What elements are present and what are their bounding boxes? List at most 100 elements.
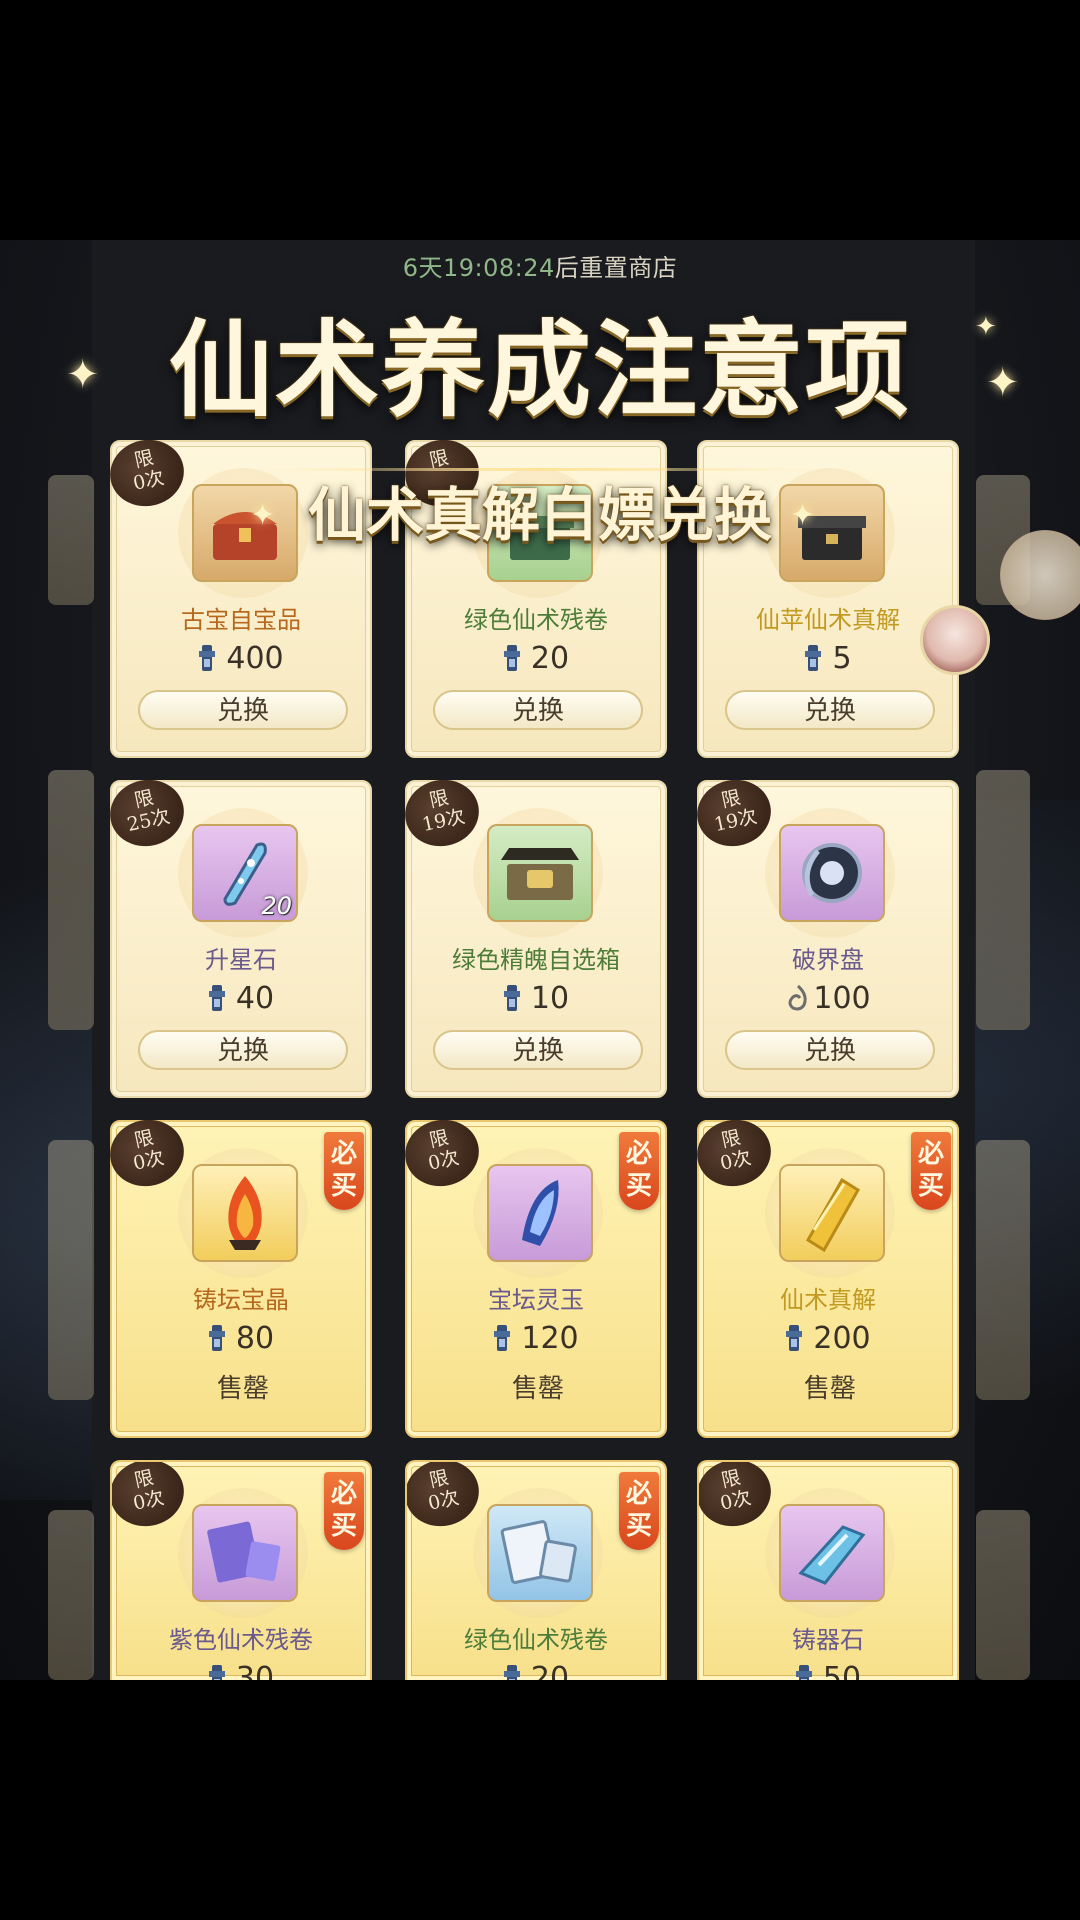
sparkle-icon: ✦ (66, 352, 100, 398)
side-card-ghost (976, 770, 1030, 1030)
purple-scroll-icon[interactable] (192, 1504, 298, 1602)
price-value: 80 (235, 1320, 275, 1356)
price-value: 100 (813, 980, 871, 1016)
character-avatar[interactable] (920, 605, 990, 675)
item-price: 30 (112, 1658, 370, 1680)
exchange-button[interactable]: 兑换 (138, 1030, 348, 1070)
item-name: 升星石 (205, 946, 277, 974)
price-value: 120 (521, 1320, 579, 1356)
item-price: 10 (407, 978, 665, 1018)
shop-item-card[interactable]: 限 19次 破界盘 100 兑换 (690, 773, 959, 1098)
shop-item-card[interactable]: 限 19次绿色精魄自选箱 10 兑换 (398, 773, 667, 1098)
must-buy-ribbon: 必买 (619, 1472, 659, 1550)
shop-item-card[interactable]: 限 0次 必买宝坛灵玉 120 售罄 (398, 1113, 667, 1438)
sparkle-icon: ✦ (975, 312, 997, 342)
blue-token-icon (208, 983, 226, 1013)
shop-item-card[interactable]: 限 0次 必买绿色仙术残卷 20 (405, 1460, 667, 1680)
item-price: 5 (699, 638, 957, 678)
purchase-limit-badge: 限 0次 (699, 1462, 778, 1533)
shop-item-card[interactable]: 20 限 25次升星石 40 兑换 (103, 773, 372, 1098)
sparkle-icon: ✦ (986, 360, 1020, 406)
side-card-ghost (976, 1140, 1030, 1400)
item-price: 20 (407, 638, 665, 678)
reset-label: 后重置商店 (554, 254, 678, 282)
blue-token-icon (795, 1663, 813, 1680)
price-value: 200 (813, 1320, 871, 1356)
item-name: 古宝自宝品 (181, 606, 301, 634)
shop-reset-timer: 6天19:08:24后重置商店 (0, 248, 1080, 283)
banner-title: 仙术养成注意项 (168, 308, 911, 431)
shop-item-card[interactable]: 限 0次铸器石 50 (697, 1460, 959, 1680)
shop-item-card[interactable]: 限 0次 必买 仙术真解 200 售罄 (690, 1113, 959, 1438)
blue-token-icon (785, 1323, 803, 1353)
purchase-limit-badge: 限 25次 (103, 773, 191, 853)
purchase-limit-badge: 限 0次 (690, 1113, 778, 1193)
sold-out-label: 售罄 (803, 1374, 856, 1404)
side-card-ghost (48, 1510, 94, 1680)
item-price: 200 (699, 1318, 957, 1358)
blue-token-icon (198, 643, 216, 673)
shop-item-card[interactable]: 限 0次 必买 紫色仙术残卷 30 (110, 1460, 372, 1680)
star-stone-icon[interactable]: 20 (192, 824, 298, 922)
blue-token-icon (493, 1323, 511, 1353)
exchange-button[interactable]: 兑换 (433, 1030, 643, 1070)
selection-chest-icon[interactable] (487, 824, 593, 922)
price-value: 50 (822, 1660, 862, 1681)
exchange-button[interactable]: 兑换 (725, 1030, 935, 1070)
blue-token-icon (804, 643, 822, 673)
exchange-button[interactable]: 兑换 (433, 690, 643, 730)
item-name: 仙苹仙术真解 (756, 606, 900, 634)
blue-token-icon (208, 1663, 226, 1680)
price-value: 400 (226, 640, 284, 676)
exchange-button[interactable]: 兑换 (138, 690, 348, 730)
must-buy-ribbon: 必买 (911, 1132, 951, 1210)
side-card-ghost (976, 1510, 1030, 1680)
price-value: 20 (530, 1660, 570, 1681)
banner-subtitle: 仙术真解白嫖兑换 (307, 481, 772, 549)
purchase-limit-badge: 限 19次 (398, 773, 486, 853)
reset-countdown: 6天19:08:24 (402, 254, 555, 282)
must-buy-ribbon: 必买 (619, 1132, 659, 1210)
ice-crystal-icon[interactable] (779, 1504, 885, 1602)
banner-divider (260, 468, 820, 471)
purchase-limit-badge: 限 0次 (103, 1113, 191, 1193)
blue-scroll-icon[interactable] (487, 1504, 593, 1602)
purchase-limit-badge: 限 0次 (112, 1462, 191, 1533)
blue-token-icon (503, 983, 521, 1013)
compass-disc-icon[interactable] (779, 824, 885, 922)
item-quantity: 20 (261, 892, 292, 920)
blue-token-icon (503, 643, 521, 673)
shop-item-card[interactable]: 限 0次 必买 铸坛宝晶 80 售罄 (103, 1113, 372, 1438)
item-name: 紫色仙术残卷 (169, 1626, 313, 1654)
purchase-limit-badge: 限 19次 (690, 773, 778, 853)
side-card-ghost (48, 770, 94, 1030)
item-name: 铸器石 (792, 1626, 864, 1654)
price-value: 10 (530, 980, 570, 1016)
item-price: 400 (112, 638, 370, 678)
swirl-token-icon (785, 983, 807, 1013)
limit-label: 限 (427, 446, 451, 473)
item-price: 100 (699, 978, 957, 1018)
must-buy-ribbon: 必买 (324, 1132, 364, 1210)
blue-jade-icon[interactable] (487, 1164, 593, 1262)
purchase-limit-badge: 限 0次 (407, 1462, 486, 1533)
golden-scroll-icon[interactable] (779, 1164, 885, 1262)
blue-token-icon (503, 1663, 521, 1680)
item-price: 40 (112, 978, 370, 1018)
item-price: 80 (112, 1318, 370, 1358)
exchange-button[interactable]: 兑换 (725, 690, 935, 730)
item-name: 绿色精魄自选箱 (452, 946, 620, 974)
item-name: 绿色仙术残卷 (464, 1626, 608, 1654)
price-value: 5 (832, 640, 852, 676)
blue-token-icon (208, 1323, 226, 1353)
item-price: 20 (407, 1658, 665, 1680)
purchase-limit-badge: 限 0次 (398, 1113, 486, 1193)
item-name: 宝坛灵玉 (488, 1286, 584, 1314)
sold-out-label: 售罄 (511, 1374, 564, 1404)
price-value: 30 (235, 1660, 275, 1681)
item-name: 绿色仙术残卷 (464, 606, 608, 634)
side-card-ghost (48, 1140, 94, 1400)
item-price: 50 (699, 1658, 957, 1680)
price-value: 40 (235, 980, 275, 1016)
flame-crystal-icon[interactable] (192, 1164, 298, 1262)
